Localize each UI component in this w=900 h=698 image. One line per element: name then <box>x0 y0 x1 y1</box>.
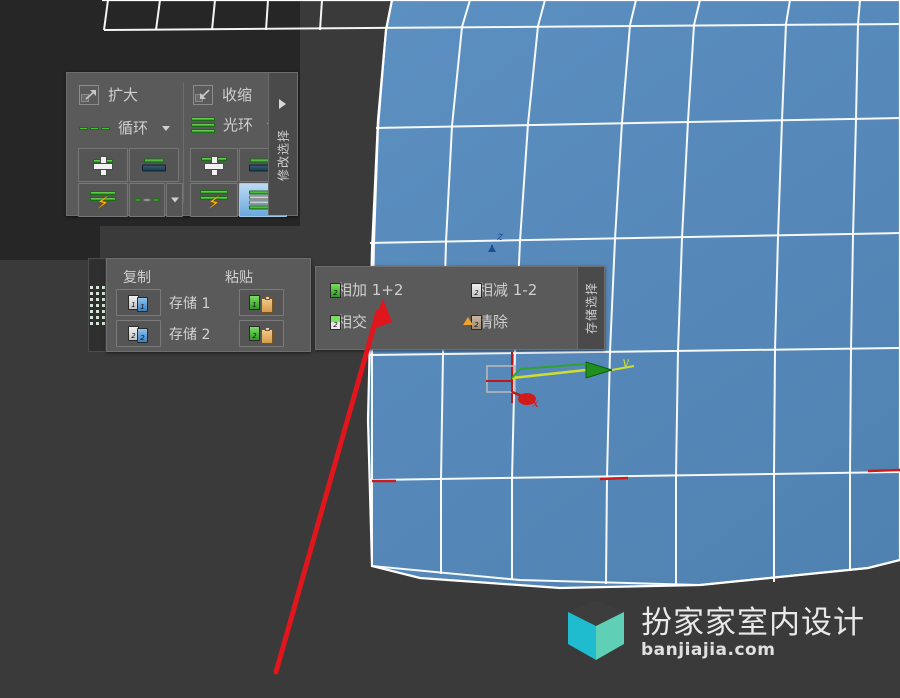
intersect-sets-item[interactable]: 1 2 相交 <box>330 315 367 330</box>
store-selection-title: 存储选择 <box>584 281 599 335</box>
loop-add-button[interactable] <box>78 148 128 182</box>
grip-dots-icon <box>89 285 105 325</box>
watermark: 扮家家室内设计 banjiajia.com <box>565 598 865 666</box>
modify-selection-panel[interactable]: 扩大 收缩 循环 光环 ⚡ ⚡ 修改选择 <box>66 72 298 217</box>
grow-label: 扩大 <box>108 85 139 104</box>
loop-icon <box>79 127 110 130</box>
paste-header: 粘贴 <box>225 270 253 286</box>
grow-button[interactable]: 扩大 <box>79 85 138 105</box>
store-2-label: 存储 2 <box>169 327 211 343</box>
gizmo-z-label: z <box>497 229 504 243</box>
copy-store-1-button[interactable]: 1 1 <box>116 289 161 316</box>
clipboard-icon-2 <box>261 327 273 344</box>
paste-store-1-icon: 1 <box>249 295 260 310</box>
loop-dropdown[interactable]: 循环 <box>79 119 171 137</box>
modify-selection-strip[interactable]: 修改选择 <box>268 73 297 215</box>
shrink-button[interactable]: 收缩 <box>193 85 252 105</box>
ring-bolt-button[interactable]: ⚡ <box>190 183 238 217</box>
shrink-label: 收缩 <box>222 85 253 104</box>
copy-store-2-button[interactable]: 2 2 <box>116 320 161 347</box>
modify-selection-title: 修改选择 <box>276 129 291 182</box>
add-sets-label: 相加 1+2 <box>337 281 404 299</box>
gizmo-y-label: y <box>622 355 629 369</box>
panel-column-divider <box>183 83 184 203</box>
expand-arrow-icon[interactable] <box>279 99 286 109</box>
loop-remove-button[interactable] <box>129 148 179 182</box>
paste-store-1-button[interactable]: 1 <box>239 289 284 316</box>
copy-store-1-icon-b: 1 <box>137 297 148 312</box>
bolt-icon-2: ⚡ <box>208 193 220 214</box>
subtract-sets-item[interactable]: 12 相减 1-2 <box>471 283 537 298</box>
loop-dash-button[interactable] <box>129 183 165 217</box>
ring-icon <box>191 117 215 133</box>
paste-store-2-icon: 2 <box>249 326 260 341</box>
store-1-label: 存储 1 <box>169 296 211 312</box>
watermark-domain: banjiajia.com <box>641 639 776 660</box>
store-selection-strip[interactable]: 存储选择 <box>577 267 604 349</box>
grow-icon <box>79 85 99 105</box>
cube-logo-icon <box>568 600 624 660</box>
plus-icon-2 <box>204 156 224 177</box>
ring-dropdown[interactable]: 光环 <box>191 115 276 134</box>
shrink-icon <box>193 85 213 105</box>
plus-icon <box>93 156 113 177</box>
copy-header: 复制 <box>123 270 151 286</box>
gizmo-x-label: x <box>532 396 539 410</box>
clipboard-icon-1 <box>261 296 273 313</box>
screenshot-root: z y x 扩大 收缩 循环 光环 ⚡ ⚡ 修改选择 复制 粘贴 1 1 存储 … <box>0 0 900 698</box>
loop-bolt-button[interactable]: ⚡ <box>78 183 128 217</box>
loop-label: 循环 <box>118 119 149 137</box>
copy-paste-panel[interactable]: 复制 粘贴 1 1 存储 1 1 2 2 存储 2 2 <box>106 258 311 352</box>
paste-store-2-button[interactable]: 2 <box>239 320 284 347</box>
loop-more-dropdown[interactable] <box>166 183 183 217</box>
copy-store-2-icon-b: 2 <box>137 328 148 343</box>
store-selection-panel[interactable]: 12 相加 1+2 12 相减 1-2 1 2 相交 1 <box>315 266 605 350</box>
subtract-sets-label: 相减 1-2 <box>478 281 538 299</box>
clear-sets-label: 清除 <box>478 313 509 331</box>
intersect-sets-label: 相交 <box>337 313 368 331</box>
copy-paste-grip[interactable] <box>88 258 106 352</box>
add-sets-item[interactable]: 12 相加 1+2 <box>330 283 403 298</box>
chevron-down-icon[interactable] <box>162 126 171 131</box>
bolt-icon: ⚡ <box>97 193 109 214</box>
watermark-title: 扮家家室内设计 <box>641 604 865 641</box>
warning-icon <box>463 316 473 325</box>
clear-sets-item[interactable]: 1 2 清除 <box>463 313 509 331</box>
ring-add-button[interactable] <box>190 148 238 182</box>
ring-label: 光环 <box>223 115 254 134</box>
